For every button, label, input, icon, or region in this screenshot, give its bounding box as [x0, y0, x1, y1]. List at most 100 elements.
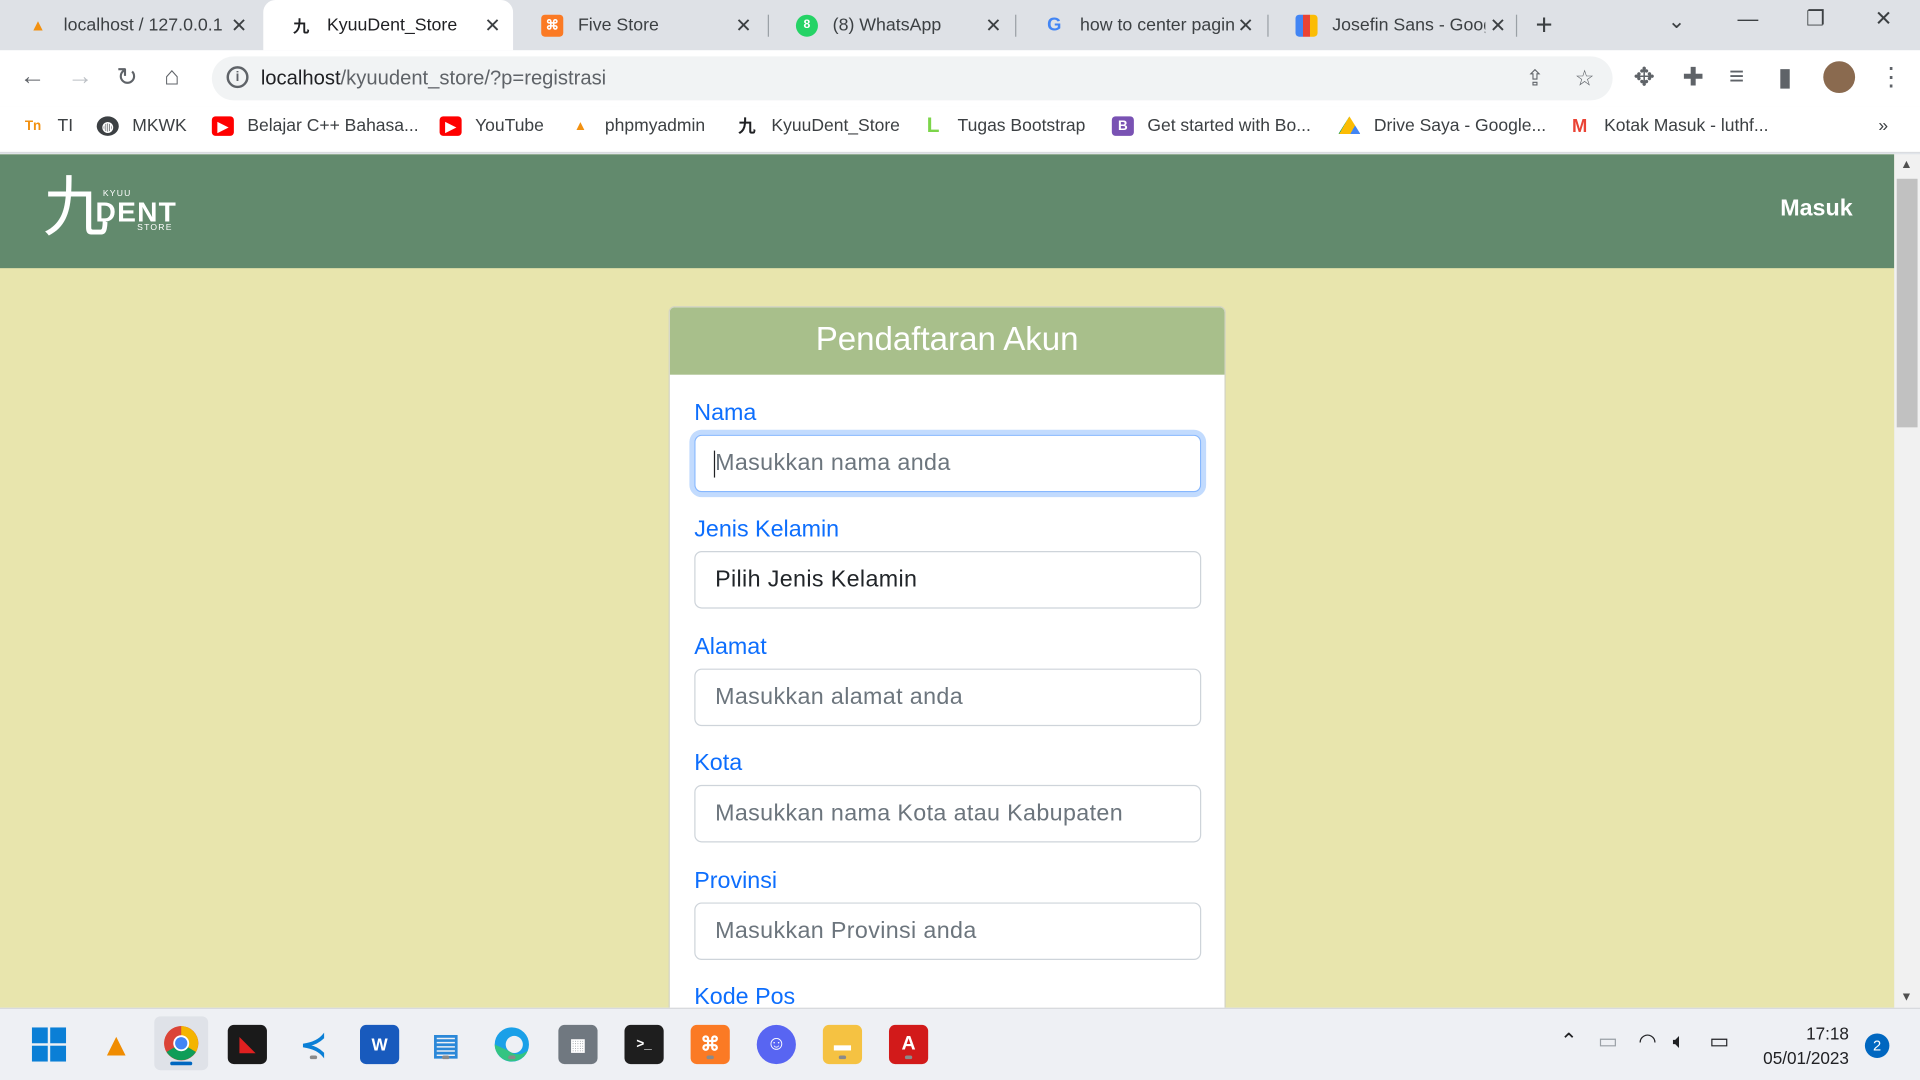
page-scrollbar[interactable]: ▲ ▼: [1894, 154, 1920, 1008]
bookmarks-bar: Tn TI ◍ MKWK ▶ Belajar C++ Bahasa... ▶ YouTu…: [0, 106, 1920, 154]
bookmark-youtube[interactable]: ▶ YouTube: [439, 116, 544, 136]
alamat-label: Alamat: [694, 634, 767, 661]
terminal-icon[interactable]: >_: [624, 1024, 664, 1065]
forward-icon[interactable]: →: [67, 62, 93, 91]
address-bar[interactable]: i localhost/kyuudent_store/?p=registrasi…: [211, 56, 1613, 101]
vlc-icon[interactable]: ▲: [97, 1025, 136, 1064]
calculator-icon[interactable]: ▦: [558, 1024, 598, 1065]
restore-icon[interactable]: ❐: [1806, 7, 1825, 31]
bookmarks-overflow-icon[interactable]: »: [1878, 116, 1888, 136]
bookmark-bootstrap[interactable]: B Get started with Bo...: [1111, 116, 1311, 136]
bookmark-ti[interactable]: Tn TI: [22, 116, 73, 136]
jetbrains-icon[interactable]: ◣: [227, 1024, 267, 1065]
move-extension-icon[interactable]: ✥: [1633, 62, 1655, 93]
tab-search-icon[interactable]: ⌄: [1668, 10, 1685, 34]
home-icon[interactable]: ⌂: [164, 62, 180, 91]
google-drive-icon: [1338, 116, 1361, 134]
windows-start-icon[interactable]: [29, 1025, 68, 1064]
menu-kebab-icon[interactable]: ⋮: [1878, 62, 1904, 93]
windows-taskbar: ▲ ◣ ≺ W ▤ ▦ >_ ⌘ ☺ ▬ A ⌃ ▭ ◠ 🔈︎ ▭ 17:18 …: [0, 1007, 1920, 1080]
file-explorer-icon[interactable]: ▬: [822, 1024, 863, 1065]
nama-label: Nama: [694, 400, 757, 427]
close-icon[interactable]: ✕: [1237, 13, 1253, 37]
close-icon[interactable]: ✕: [231, 13, 247, 37]
provinsi-input[interactable]: Masukkan Provinsi anda: [694, 902, 1202, 961]
site-info-icon[interactable]: i: [226, 66, 249, 89]
nama-input[interactable]: Masukkan nama anda: [694, 434, 1202, 493]
field-nama: Nama Masukkan nama anda: [694, 400, 1202, 493]
scrollbar-thumb[interactable]: [1896, 178, 1918, 428]
edge-icon[interactable]: [492, 1025, 531, 1064]
field-alamat: Alamat Masukkan alamat anda: [694, 634, 1202, 727]
kyuudent-icon: 九: [738, 117, 756, 138]
window-close-icon[interactable]: ✕: [1875, 7, 1892, 31]
browser-toolbar: ← → ↻ ⌂ i localhost/kyuudent_store/?p=re…: [0, 50, 1920, 107]
bookmark-drive[interactable]: Drive Saya - Google...: [1338, 116, 1546, 136]
tab-google-fonts[interactable]: Josefin Sans - Goog ✕: [1269, 0, 1519, 50]
ti-icon: Tn: [24, 118, 42, 134]
wifi-icon[interactable]: ◠: [1638, 1030, 1656, 1054]
notification-badge[interactable]: 2: [1864, 1033, 1890, 1058]
jenis-kelamin-label: Jenis Kelamin: [694, 516, 840, 543]
system-clock[interactable]: 17:18 05/01/2023: [1763, 1021, 1849, 1070]
close-icon[interactable]: ✕: [484, 13, 500, 37]
scroll-up-icon[interactable]: ▲: [1900, 158, 1912, 171]
tab-kyuudent[interactable]: 九 KyuuDent_Store ✕: [263, 0, 514, 51]
youtube-icon: ▶: [211, 116, 234, 136]
word-icon[interactable]: W: [360, 1024, 400, 1065]
kode-pos-label: Kode Pos: [694, 984, 796, 1008]
whatsapp-icon: 8: [795, 14, 818, 37]
kyuudent-icon: 九: [293, 18, 310, 37]
xampp-icon: ⌘: [541, 14, 564, 37]
tab-whatsapp[interactable]: 8 (8) WhatsApp ✕: [769, 0, 1014, 50]
field-kode-pos: Kode Pos: [694, 984, 1201, 1007]
phpmyadmin-icon: ▲: [573, 118, 588, 134]
discord-icon[interactable]: ☺: [756, 1024, 796, 1065]
login-link[interactable]: Masuk: [1780, 196, 1852, 223]
tray-overflow-icon[interactable]: ⌃: [1560, 1030, 1577, 1054]
battery-icon[interactable]: ▭: [1709, 1030, 1729, 1054]
close-icon[interactable]: ✕: [735, 13, 751, 37]
gmail-icon: M: [1571, 115, 1588, 137]
alamat-input[interactable]: Masukkan alamat anda: [694, 668, 1202, 727]
google-icon: G: [1047, 14, 1062, 36]
scroll-down-icon[interactable]: ▼: [1900, 991, 1912, 1004]
bookmark-belajar-cpp[interactable]: ▶ Belajar C++ Bahasa...: [211, 116, 419, 136]
bookmark-kyuudent[interactable]: 九 KyuuDent_Store: [736, 116, 900, 138]
share-icon[interactable]: ⇪: [1526, 66, 1544, 92]
reading-list-icon[interactable]: ≡: [1729, 62, 1744, 91]
xampp-taskbar-icon[interactable]: ⌘: [690, 1024, 730, 1065]
back-icon[interactable]: ←: [20, 62, 46, 91]
tab-phpmyadmin[interactable]: ▲ localhost / 127.0.0.1 ✕: [0, 0, 260, 50]
new-tab-button[interactable]: +: [1536, 9, 1553, 43]
bookmark-star-icon[interactable]: ☆: [1575, 66, 1595, 92]
volume-icon[interactable]: 🔈︎: [1673, 1030, 1685, 1054]
kota-input[interactable]: Masukkan nama Kota atau Kabupaten: [694, 784, 1202, 843]
vscode-icon[interactable]: ≺: [294, 1025, 333, 1064]
tab-title: Josefin Sans - Goog: [1332, 15, 1486, 35]
reload-icon[interactable]: ↻: [116, 62, 138, 93]
acrobat-icon[interactable]: A: [888, 1024, 929, 1065]
side-panel-icon[interactable]: ▮: [1778, 62, 1792, 93]
tray-network-status-icon[interactable]: ▭: [1598, 1030, 1618, 1054]
url-text[interactable]: localhost/kyuudent_store/?p=registrasi: [261, 67, 606, 90]
clock-time: 17:18: [1806, 1023, 1849, 1044]
close-icon[interactable]: ✕: [985, 13, 1001, 37]
profile-avatar[interactable]: [1823, 61, 1856, 94]
chrome-taskbar-icon[interactable]: [154, 1016, 209, 1071]
logo-store: STORE: [137, 224, 173, 233]
bookmark-tugas-bootstrap[interactable]: L Tugas Bootstrap: [922, 114, 1086, 137]
close-icon[interactable]: ✕: [1490, 13, 1506, 37]
bookmark-gmail[interactable]: M Kotak Masuk - luthf...: [1569, 115, 1769, 137]
extensions-puzzle-icon[interactable]: ✚: [1682, 62, 1704, 93]
tab-five-store[interactable]: ⌘ Five Store ✕: [514, 0, 764, 50]
tab-google-search[interactable]: G how to center pagin ✕: [1016, 0, 1266, 50]
minimize-icon[interactable]: —: [1738, 7, 1759, 31]
bookmark-phpmyadmin[interactable]: ▲ phpmyadmin: [569, 116, 705, 136]
phpmyadmin-icon: ▲: [30, 15, 46, 35]
kota-label: Kota: [694, 750, 743, 777]
notepad-icon[interactable]: ▤: [426, 1025, 465, 1064]
clock-date: 05/01/2023: [1763, 1048, 1849, 1068]
bookmark-mkwk[interactable]: ◍ MKWK: [96, 116, 187, 136]
jenis-kelamin-select[interactable]: Pilih Jenis Kelamin: [694, 551, 1202, 609]
